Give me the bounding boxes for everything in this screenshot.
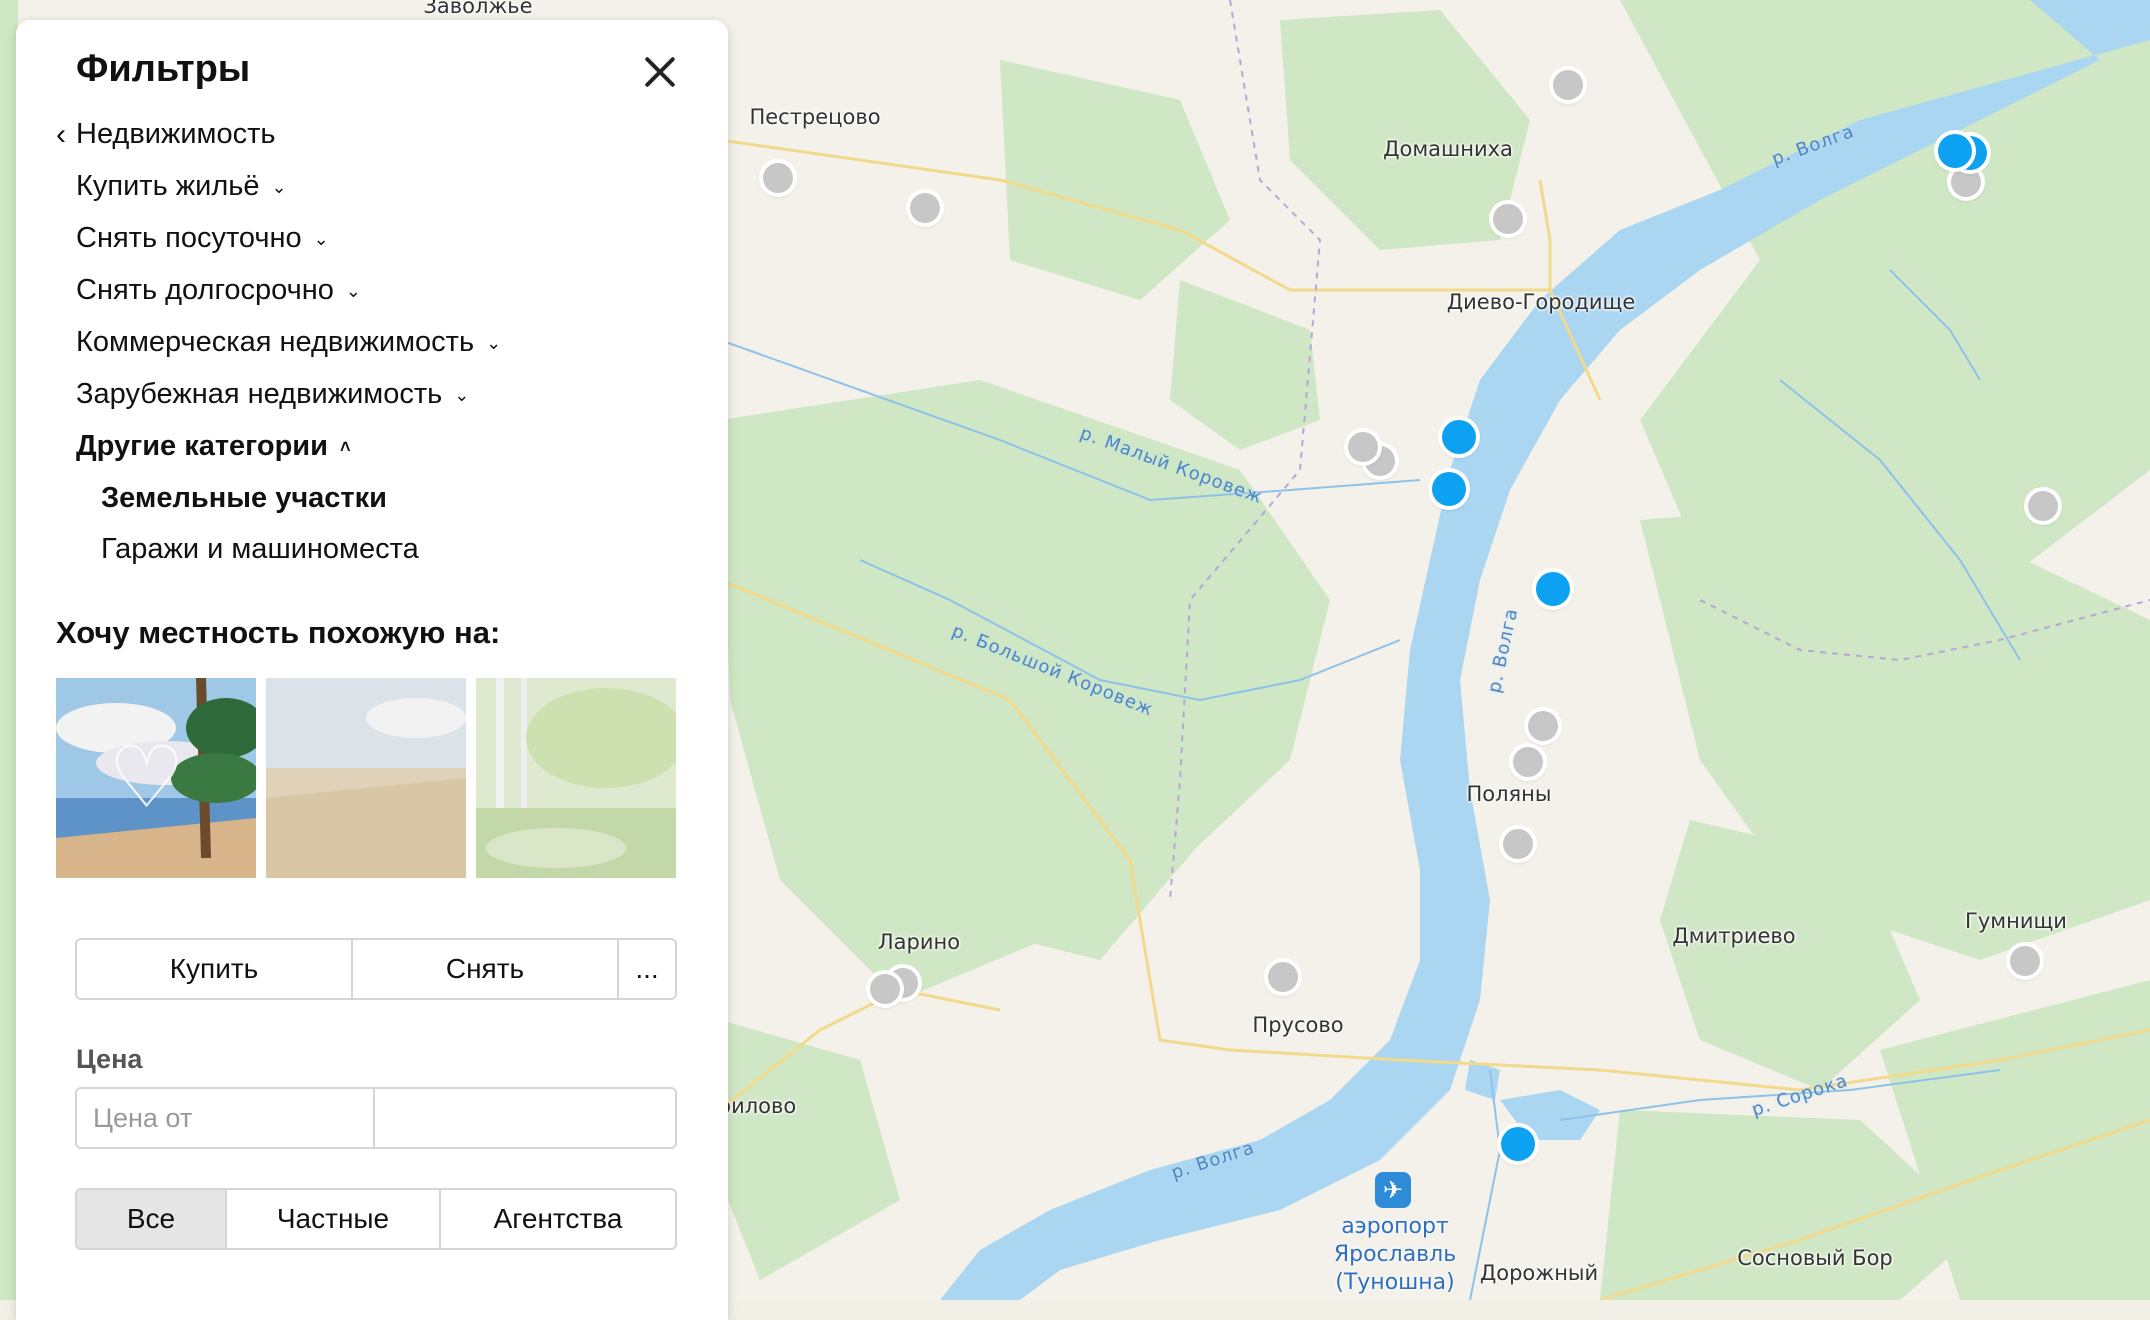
price-range <box>75 1087 677 1149</box>
town-label: Дорожный <box>1479 1261 1599 1285</box>
listing-pin[interactable] <box>910 193 940 223</box>
town-label: Дмитриево <box>1672 924 1796 948</box>
listing-pin[interactable] <box>1528 711 1558 741</box>
filters-panel: Фильтры ‹ Недвижимость Купить жильё ⌄ Сня… <box>16 20 728 1320</box>
seller-type-selector: Все Частные Агентства <box>75 1188 677 1250</box>
town-label: рилово <box>717 1094 797 1118</box>
deal-type-selector: Купить Снять ... <box>75 938 677 1000</box>
airplane-icon[interactable]: ✈ <box>1375 1172 1411 1208</box>
listing-pin-active[interactable] <box>1938 134 1972 168</box>
listing-pin-active[interactable] <box>1432 472 1466 506</box>
listing-pin[interactable] <box>2010 946 2040 976</box>
listing-pin[interactable] <box>870 974 900 1004</box>
listing-pin[interactable] <box>1951 167 1981 197</box>
listing-pin-active[interactable] <box>1536 572 1570 606</box>
locality-image-birch[interactable] <box>476 678 676 878</box>
town-label: Прусово <box>1252 1013 1344 1037</box>
locality-image-field[interactable] <box>266 678 466 878</box>
category-other[interactable]: Другие категории ˄ <box>76 430 350 463</box>
category-daily-rent[interactable]: Снять посуточно ⌄ <box>76 222 329 255</box>
deal-buy-button[interactable]: Купить <box>77 940 353 998</box>
price-from-input[interactable] <box>77 1089 375 1147</box>
subcategory-garages[interactable]: Гаражи и машиноместа <box>101 533 419 566</box>
town-label: Ларино <box>877 930 961 954</box>
town-label: Домашниха <box>1383 137 1513 161</box>
seller-agencies-button[interactable]: Агентства <box>441 1190 675 1248</box>
town-label: Сосновый Бор <box>1737 1246 1893 1270</box>
listing-pin[interactable] <box>1268 962 1298 992</box>
listing-pin[interactable] <box>1513 747 1543 777</box>
locality-title: Хочу местность похожую на: <box>56 615 501 650</box>
panel-title: Фильтры <box>76 48 251 90</box>
price-to-input[interactable] <box>375 1089 673 1147</box>
town-label: Гумнищи <box>1965 909 2067 933</box>
close-icon[interactable] <box>638 50 682 94</box>
seller-all-button[interactable]: Все <box>77 1190 227 1248</box>
deal-rent-button[interactable]: Снять <box>353 940 619 998</box>
price-label: Цена <box>76 1044 143 1074</box>
chevron-up-icon: ˄ <box>339 436 351 457</box>
listing-pin[interactable] <box>1503 829 1533 859</box>
listing-pin-active[interactable] <box>1501 1127 1535 1161</box>
subcategory-land[interactable]: Земельные участки <box>101 482 387 515</box>
chevron-down-icon: ⌄ <box>271 176 287 197</box>
back-link[interactable]: Недвижимость <box>76 118 276 151</box>
seller-private-button[interactable]: Частные <box>227 1190 441 1248</box>
chevron-down-icon: ⌄ <box>345 280 361 301</box>
heart-icon[interactable]: ♡ <box>108 733 185 823</box>
listing-pin[interactable] <box>1553 70 1583 100</box>
town-label: Пестрецово <box>749 105 881 129</box>
chevron-down-icon: ⌄ <box>313 228 329 249</box>
category-foreign[interactable]: Зарубежная недвижимость ⌄ <box>76 378 469 411</box>
deal-more-button[interactable]: ... <box>619 940 675 998</box>
town-label: Диево-Городище <box>1446 290 1636 314</box>
chevron-down-icon: ⌄ <box>486 332 502 353</box>
listing-pin[interactable] <box>1493 204 1523 234</box>
chevron-left-icon[interactable]: ‹ <box>56 118 66 152</box>
town-label: Заволжье <box>423 0 533 18</box>
airport-label[interactable]: аэропорт Ярославль (Туношна) <box>1310 1213 1480 1297</box>
locality-image-seaside[interactable]: ♡ <box>56 678 256 878</box>
town-label: Поляны <box>1466 782 1552 806</box>
chevron-down-icon: ⌄ <box>454 384 470 405</box>
listing-pin-active[interactable] <box>1442 420 1476 454</box>
listing-pin[interactable] <box>1348 432 1378 462</box>
listing-pin[interactable] <box>2028 491 2058 521</box>
category-long-rent[interactable]: Снять долгосрочно ⌄ <box>76 274 361 307</box>
category-commercial[interactable]: Коммерческая недвижимость ⌄ <box>76 326 501 359</box>
listing-pin[interactable] <box>763 163 793 193</box>
category-buy-housing[interactable]: Купить жильё ⌄ <box>76 170 287 203</box>
